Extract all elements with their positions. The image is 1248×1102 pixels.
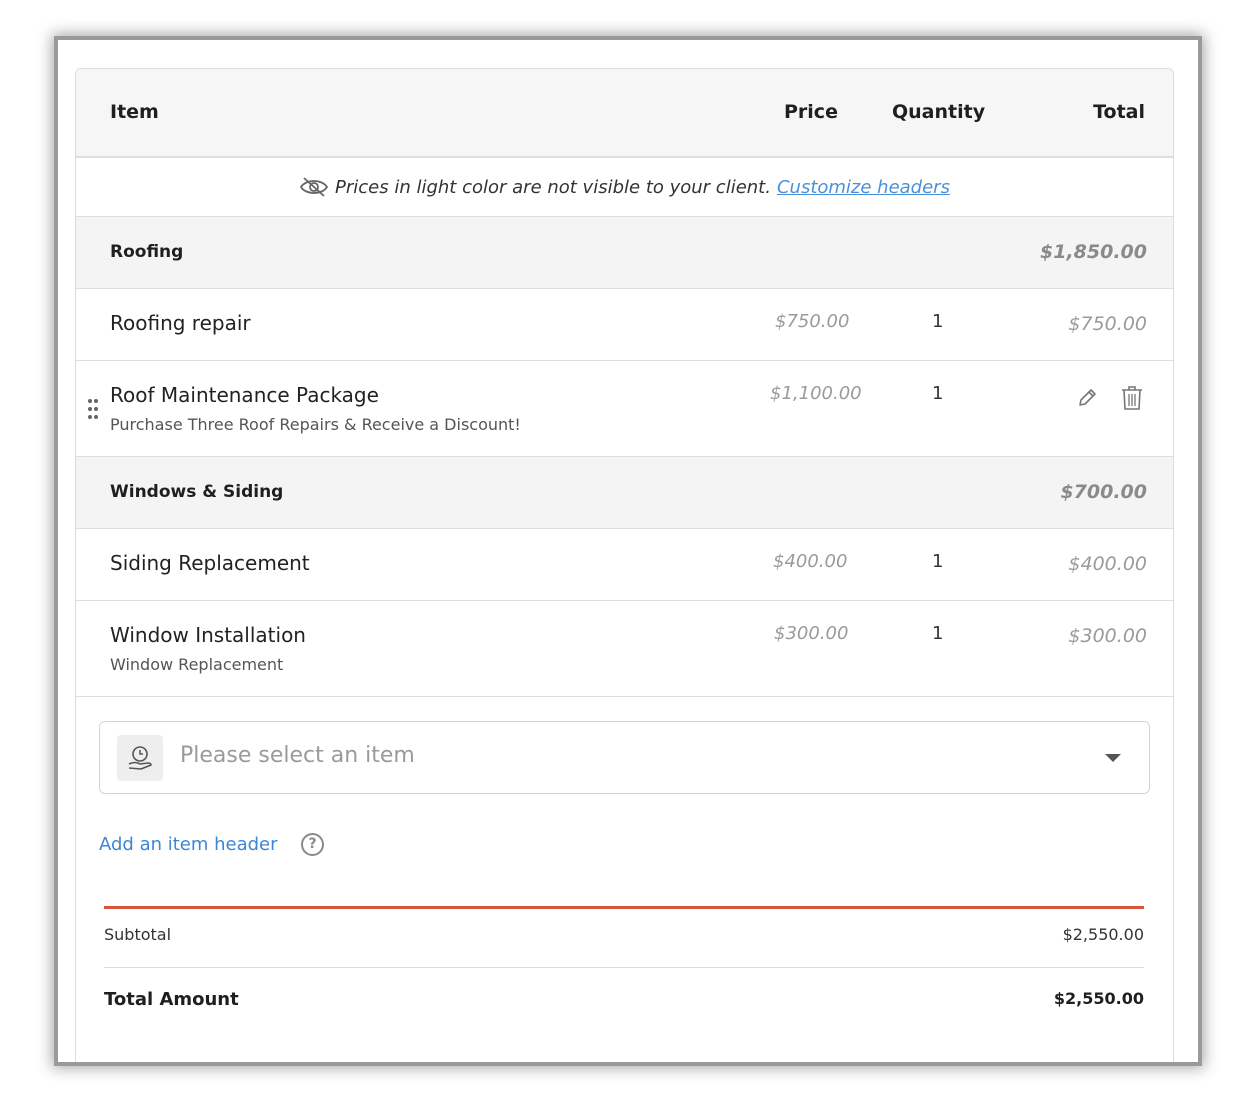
help-question-icon[interactable]: ?	[301, 833, 324, 856]
header-item: Item	[110, 101, 159, 123]
table-row[interactable]: Roofing repair $750.00 1 $750.00	[76, 289, 1173, 361]
item-quantity: 1	[932, 551, 944, 572]
item-select-dropdown[interactable]: Please select an item	[99, 721, 1150, 794]
item-description: Window Replacement	[110, 655, 284, 674]
item-quantity: 1	[932, 623, 944, 644]
chevron-down-icon	[1105, 754, 1121, 762]
drag-handle-icon[interactable]	[87, 398, 99, 424]
item-total: $750.00	[1068, 313, 1147, 335]
group-header-windows-siding[interactable]: Windows & Siding $700.00	[76, 457, 1173, 529]
item-name: Roofing repair	[110, 311, 251, 335]
eye-slash-icon	[299, 177, 329, 197]
table-row[interactable]: Window Installation Window Replacement $…	[76, 601, 1173, 697]
table-row[interactable]: Siding Replacement $400.00 1 $400.00	[76, 529, 1173, 601]
item-price: $750.00	[775, 311, 850, 332]
edit-pencil-icon[interactable]	[1076, 387, 1098, 413]
item-description: Purchase Three Roof Repairs & Receive a …	[110, 415, 521, 434]
screenshot-frame: Item Price Quantity Total Prices in ligh…	[58, 40, 1198, 1062]
item-name: Window Installation	[110, 623, 306, 647]
group-header-roofing[interactable]: Roofing $1,850.00	[76, 217, 1173, 289]
customize-headers-link[interactable]: Customize headers	[777, 177, 950, 198]
item-price: $400.00	[773, 551, 848, 572]
total-amount-value: $2,550.00	[1053, 989, 1144, 1008]
item-name: Siding Replacement	[110, 551, 310, 575]
notice-text: Prices in light color are not visible to…	[335, 176, 771, 198]
item-total: $400.00	[1068, 553, 1147, 575]
subtotal-value: $2,550.00	[1062, 925, 1144, 944]
total-amount-label: Total Amount	[104, 989, 239, 1010]
group-total: $700.00	[1060, 481, 1147, 503]
header-price: Price	[784, 101, 838, 123]
header-quantity: Quantity	[892, 101, 986, 123]
item-price: $300.00	[774, 623, 849, 644]
header-total: Total	[1093, 101, 1145, 123]
subtotal-label: Subtotal	[104, 925, 172, 944]
item-quantity: 1	[932, 311, 944, 332]
item-price: $1,100.00	[770, 383, 862, 404]
subtotal-row: Subtotal $2,550.00	[104, 909, 1144, 968]
item-select-placeholder: Please select an item	[180, 743, 415, 768]
table-row[interactable]: Roof Maintenance Package Purchase Three …	[76, 361, 1173, 457]
line-items-card: Item Price Quantity Total Prices in ligh…	[75, 68, 1174, 1062]
group-name: Roofing	[110, 242, 184, 262]
group-name: Windows & Siding	[110, 482, 284, 502]
group-total: $1,850.00	[1040, 241, 1147, 263]
total-amount-row: Total Amount $2,550.00	[104, 969, 1144, 1029]
item-quantity: 1	[932, 383, 944, 404]
table-header: Item Price Quantity Total	[76, 69, 1173, 158]
visibility-notice: Prices in light color are not visible to…	[76, 158, 1173, 217]
item-total: $300.00	[1068, 625, 1147, 647]
item-name: Roof Maintenance Package	[110, 383, 379, 407]
delete-trash-icon[interactable]	[1121, 386, 1143, 414]
product-hand-icon	[117, 735, 163, 781]
add-item-header-link[interactable]: Add an item header	[99, 834, 278, 855]
